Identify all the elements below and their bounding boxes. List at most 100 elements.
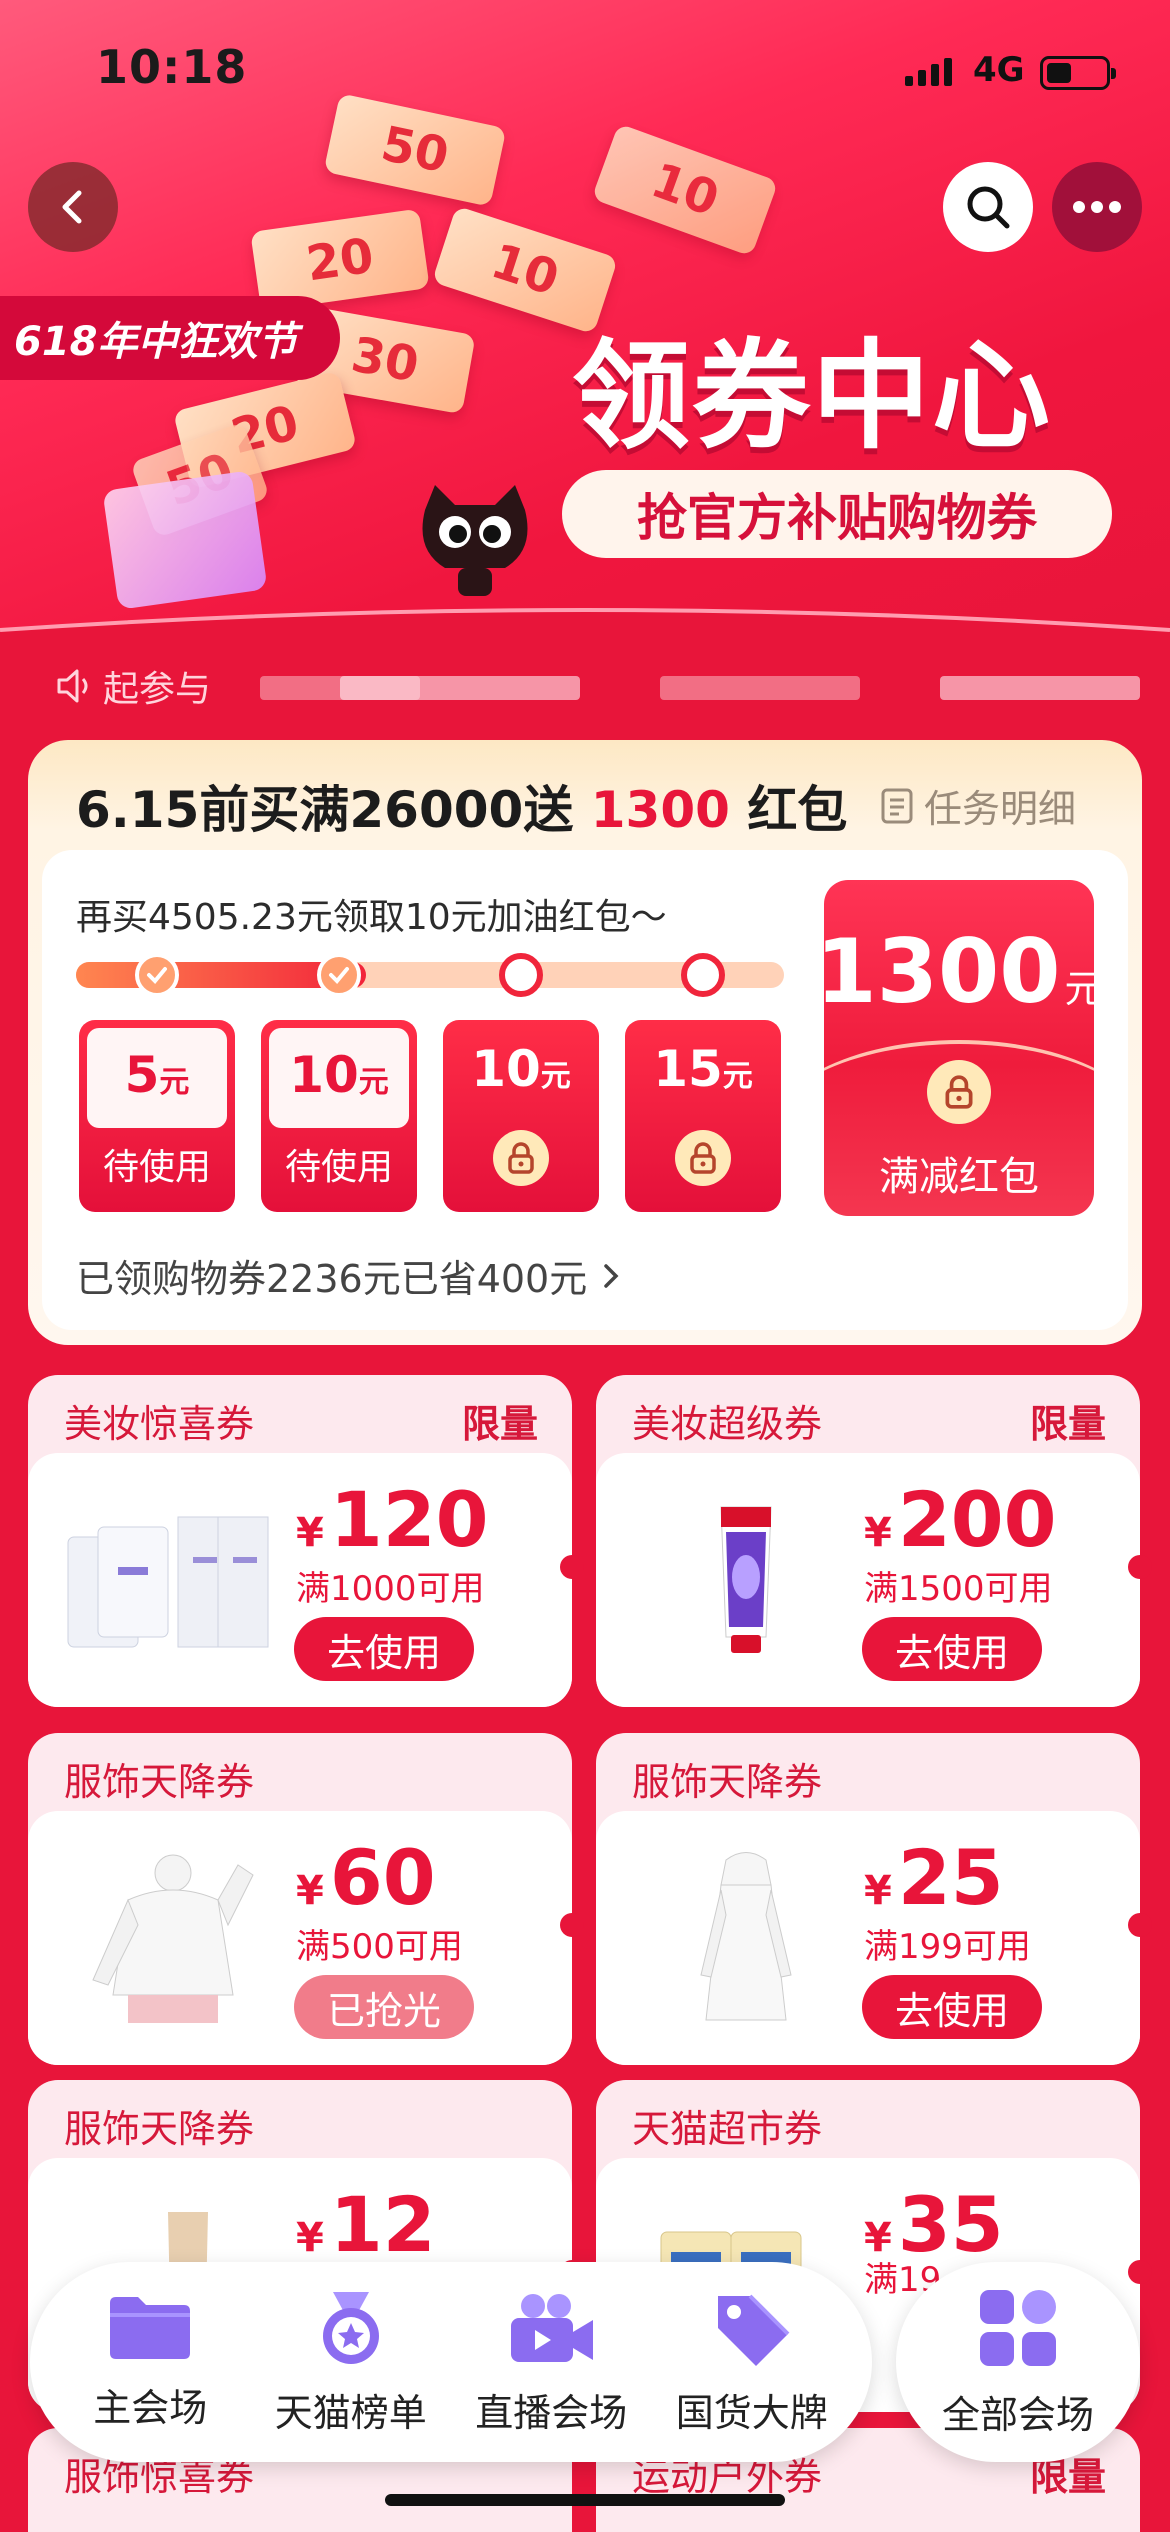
currency-symbol: ¥	[296, 2215, 324, 2261]
white-hooded-dress-image	[700, 1852, 792, 2021]
coupon-price: ¥60	[296, 1833, 436, 1922]
coupon-condition: 满199可用	[864, 1927, 1031, 1967]
packet-face: 15 元	[625, 1040, 781, 1098]
all-venues-button[interactable]: 全部会场	[896, 2262, 1140, 2462]
packet-amount: 10	[289, 1046, 359, 1104]
ticker-text: 起参与	[103, 669, 212, 710]
video-camera-icon	[511, 2293, 594, 2362]
nav-label: 全部会场	[941, 2392, 1094, 2437]
sold-out-button[interactable]: 已抢光	[294, 1975, 474, 2039]
speaker-icon	[57, 669, 88, 703]
coupon-notch	[1128, 2260, 1152, 2284]
blurred-username	[940, 676, 1140, 700]
use-coupon-button[interactable]: 去使用	[294, 1617, 474, 1681]
coupon-condition: 满500可用	[296, 1927, 463, 1967]
nav-item-main-venue[interactable]: 主会场	[55, 2293, 245, 2432]
progress-step-done	[317, 953, 361, 997]
currency-symbol: ¥	[296, 1868, 324, 1914]
nav-label: 主会场	[93, 2385, 208, 2430]
chevron-left-icon	[62, 190, 82, 224]
coupon-price: ¥25	[864, 1833, 1004, 1922]
coupon-card[interactable]: 美妆惊喜券 限量 ¥120 满1000可用 去使用	[28, 1375, 584, 1707]
coupon-category: 美妆惊喜券	[64, 1402, 255, 1446]
sun-protection-jacket-image	[92, 1854, 254, 2023]
red-packet-task-card: 6.15前买满26000送 1300 红包 任务明细 再买4505.23元领取1…	[28, 740, 1142, 1345]
packet-status: 待使用	[102, 1147, 211, 1188]
coupon-value: 200	[897, 1475, 1057, 1564]
coupon-condition: 满1000可用	[296, 1569, 485, 1609]
use-coupon-button[interactable]: 去使用	[862, 1975, 1042, 2039]
nav-label: 直播会场	[475, 2390, 628, 2435]
coupon-condition: 满1500可用	[864, 1569, 1053, 1609]
coupon-category: 服饰天降券	[632, 1760, 823, 1804]
more-options-button[interactable]	[1052, 162, 1142, 252]
red-packet-15-locked[interactable]: 15 元	[625, 1020, 781, 1212]
more-dots-icon	[1073, 201, 1121, 213]
progress-step-done	[135, 953, 179, 997]
coupon-price: ¥200	[864, 1475, 1057, 1564]
coupon-notch	[1128, 1913, 1152, 1937]
limited-badge: 限量	[1029, 1402, 1106, 1446]
red-packet-5[interactable]: 5元 待使用	[79, 1020, 235, 1212]
task-title-amount: 1300	[590, 781, 730, 839]
big-red-packet[interactable]: 1300 元 满减红包	[824, 880, 1094, 1216]
packet-amount: 10	[471, 1040, 541, 1098]
wave-divider	[0, 608, 1170, 640]
coupon-notch	[560, 1555, 584, 1579]
battery-icon	[1040, 56, 1116, 90]
nav-item-live-venue[interactable]: 直播会场	[456, 2288, 646, 2437]
toothpaste-tube-image	[720, 1506, 772, 1653]
packet-face: 10 元	[269, 1028, 409, 1128]
red-packet-10[interactable]: 10 元 待使用	[261, 1020, 417, 1212]
coupon-price: ¥12	[296, 2180, 436, 2269]
status-time: 10:18	[96, 40, 248, 94]
limited-badge: 限量	[461, 1402, 538, 1446]
big-packet-unit: 元	[1064, 967, 1094, 1011]
currency-symbol: ¥	[864, 1510, 892, 1556]
progress-step-pending	[499, 953, 543, 997]
coupon-value: 12	[329, 2180, 436, 2269]
blurred-username	[340, 676, 580, 700]
grid-icon	[980, 2289, 1056, 2366]
nav-label: 天猫榜单	[274, 2390, 427, 2435]
price-tag-icon	[717, 2294, 790, 2366]
coupon-value: 120	[329, 1475, 489, 1564]
coupon-category: 天猫超市券	[632, 2107, 823, 2151]
search-button[interactable]	[943, 162, 1033, 252]
participant-ticker: 起参与	[55, 660, 211, 712]
currency-symbol: ¥	[296, 1510, 324, 1556]
packet-amount: 15	[653, 1040, 723, 1098]
nav-label: 国货大牌	[675, 2390, 828, 2435]
coupon-category: 美妆超级券	[632, 1402, 823, 1446]
subtitle-pill: 抢官方补贴购物券	[562, 470, 1112, 558]
nav-item-domestic-brands[interactable]: 国货大牌	[657, 2288, 847, 2437]
packet-unit: 元	[358, 1065, 389, 1100]
nav-item-tmall-ranking[interactable]: 天猫榜单	[256, 2288, 446, 2437]
signal-icon	[905, 58, 952, 86]
medal-icon	[322, 2291, 379, 2364]
home-indicator	[385, 2494, 785, 2506]
coupon-price: ¥120	[296, 1475, 489, 1564]
ticket-decoration: 10	[591, 123, 779, 257]
coupon-category: 服饰天降券	[64, 2107, 255, 2151]
network-type: 4G	[973, 50, 1025, 90]
use-coupon-button[interactable]: 去使用	[862, 1617, 1042, 1681]
coupon-notch	[1128, 1555, 1152, 1579]
back-button[interactable]	[28, 162, 118, 252]
blurred-username	[660, 676, 860, 700]
saved-summary-link[interactable]: 已领购物券2236元已省400元	[76, 1248, 621, 1303]
search-icon	[967, 186, 1010, 229]
coupon-card[interactable]: 服饰天降券 ¥60 满500可用 已抢光	[28, 1733, 584, 2065]
packet-status: 待使用	[284, 1147, 393, 1188]
lock-icon	[927, 1060, 991, 1124]
task-detail-link[interactable]: 任务明细	[880, 778, 1076, 833]
coupon-card[interactable]: 服饰天降券 ¥25 满199可用 去使用	[596, 1733, 1152, 2065]
packet-face: 10 元	[443, 1040, 599, 1098]
packet-unit: 元	[159, 1065, 190, 1100]
coupon-card[interactable]: 美妆超级券 限量 ¥200 满1500可用 去使用	[596, 1375, 1152, 1707]
red-packet-10-locked[interactable]: 10 元	[443, 1020, 599, 1212]
check-icon	[147, 967, 167, 984]
currency-symbol: ¥	[864, 1868, 892, 1914]
lock-icon	[493, 1130, 549, 1186]
check-icon	[329, 967, 349, 984]
